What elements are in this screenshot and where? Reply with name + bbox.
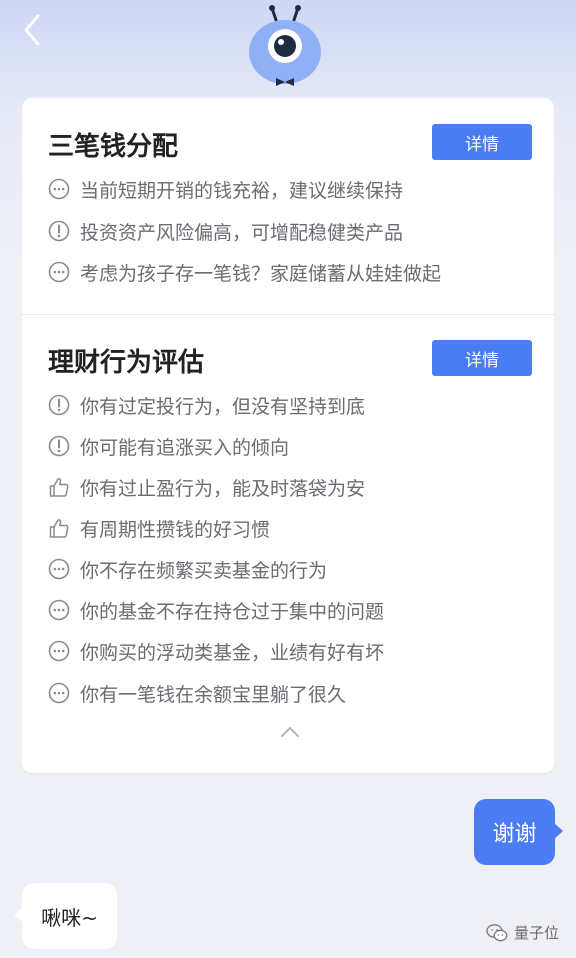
- list-item: 你有过定投行为，但没有坚持到底: [48, 390, 365, 420]
- item-text: 你购买的浮动类基金，业绩有好有坏: [80, 641, 385, 664]
- warning-icon: [48, 435, 70, 457]
- thumbs-up-icon: [49, 519, 69, 538]
- list-item: 有周期性攒钱的好习惯: [48, 513, 270, 543]
- item-text: 有周期性攒钱的好习惯: [80, 518, 271, 541]
- item-text: 你可能有追涨买入的倾向: [80, 436, 290, 459]
- more-icon: [48, 682, 70, 704]
- item-text: 你有一笔钱在余额宝里躺了很久: [80, 683, 347, 706]
- more-icon: [48, 558, 70, 580]
- item-text: 你不存在频繁买卖基金的行为: [80, 559, 328, 582]
- item-text: 考虑为孩子存一笔钱？家庭储蓄从娃娃做起: [80, 262, 442, 285]
- chevron-left-icon: [24, 14, 40, 46]
- list-item: 投资资产风险偏高，可增配稳健类产品: [48, 216, 403, 246]
- list-item: 你的基金不存在持仓过于集中的问题: [48, 595, 384, 625]
- wechat-icon: [486, 923, 508, 941]
- item-text: 当前短期开销的钱充裕，建议继续保持: [80, 179, 404, 202]
- item-text: 你有过定投行为，但没有坚持到底: [80, 395, 366, 418]
- watermark-text: 量子位: [514, 924, 560, 942]
- analysis-card: 三笔钱分配 详情 当前短期开销的钱充裕，建议继续保持 投资资产风险偏高，可增配稳…: [22, 98, 554, 773]
- list-item: 你有一笔钱在余额宝里躺了很久: [48, 678, 346, 708]
- list-item: 当前短期开销的钱充裕，建议继续保持: [48, 174, 403, 204]
- thumbs-up-icon: [49, 478, 69, 497]
- detail-button[interactable]: 详情: [432, 340, 532, 376]
- more-icon: [48, 261, 70, 283]
- bot-message-text: 啾咪~: [41, 905, 98, 930]
- collapse-button[interactable]: [279, 724, 301, 738]
- item-text: 你的基金不存在持仓过于集中的问题: [80, 600, 385, 623]
- robot-mascot-icon: [246, 2, 324, 94]
- more-icon: [48, 599, 70, 621]
- warning-icon: [48, 394, 70, 416]
- more-icon: [48, 640, 70, 662]
- user-message-bubble: 谢谢: [474, 799, 563, 865]
- item-text: 你有过止盈行为，能及时落袋为安: [80, 477, 366, 500]
- detail-button[interactable]: 详情: [432, 124, 532, 160]
- section-divider: [22, 314, 554, 315]
- list-item: 你可能有追涨买入的倾向: [48, 431, 289, 461]
- watermark: 量子位: [486, 922, 559, 943]
- item-text: 投资资产风险偏高，可增配稳健类产品: [80, 221, 404, 244]
- chevron-up-icon: [281, 727, 299, 737]
- section-title: 三笔钱分配: [48, 132, 179, 162]
- more-icon: [48, 178, 70, 200]
- section-title: 理财行为评估: [48, 348, 205, 378]
- user-message-text: 谢谢: [492, 822, 537, 847]
- back-button[interactable]: [14, 10, 54, 50]
- bot-message-bubble: 啾咪~: [14, 883, 117, 949]
- list-item: 你有过止盈行为，能及时落袋为安: [48, 472, 365, 502]
- list-item: 考虑为孩子存一笔钱？家庭储蓄从娃娃做起: [48, 257, 441, 287]
- warning-icon: [48, 220, 70, 242]
- list-item: 你购买的浮动类基金，业绩有好有坏: [48, 636, 384, 666]
- list-item: 你不存在频繁买卖基金的行为: [48, 554, 327, 584]
